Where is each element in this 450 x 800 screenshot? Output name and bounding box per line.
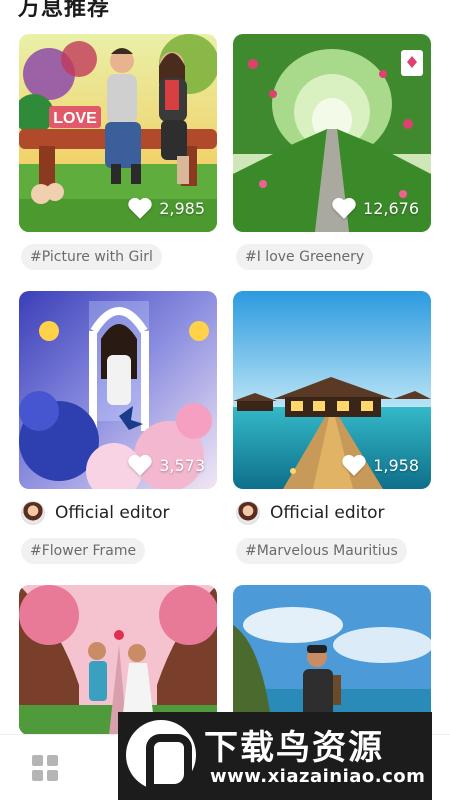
card-marvelous-mauritius[interactable]: 1,958 bbox=[233, 291, 431, 489]
watermark-banner: 下载鸟资源 www.xiazainiao.com bbox=[118, 712, 432, 800]
card-flower-frame[interactable]: 3,573 bbox=[19, 291, 217, 489]
author-row[interactable]: Official editor bbox=[236, 501, 384, 525]
card-image[interactable]: 3,573 bbox=[19, 291, 217, 489]
like-count[interactable]: 2,985 bbox=[127, 196, 205, 220]
heart-icon bbox=[128, 454, 152, 476]
like-count-value: 12,676 bbox=[363, 198, 419, 218]
card-i-love-greenery[interactable]: 12,676 bbox=[233, 34, 431, 232]
like-count-value: 3,573 bbox=[159, 455, 205, 475]
author-name: Official editor bbox=[55, 503, 170, 523]
like-count-value: 2,985 bbox=[159, 198, 205, 218]
card-image[interactable]: LOVE 2,985 bbox=[19, 34, 217, 232]
watermark-url: www.xiazainiao.com bbox=[210, 766, 426, 787]
section-title: 万息推荐 bbox=[18, 0, 111, 21]
bird-logo-icon bbox=[126, 720, 196, 792]
hashtag-chip[interactable]: #Marvelous Mauritius bbox=[236, 538, 407, 564]
love-sign-text: LOVE bbox=[53, 110, 97, 127]
hashtag-chip[interactable]: #I love Greenery bbox=[236, 244, 374, 270]
heart-icon bbox=[342, 454, 366, 476]
card-image[interactable]: 12,676 bbox=[233, 34, 431, 232]
card-picture-with-girl[interactable]: LOVE 2,985 bbox=[19, 34, 217, 232]
hashtag-chip[interactable]: #Flower Frame bbox=[21, 538, 146, 564]
grid-icon[interactable] bbox=[32, 755, 58, 781]
card-image[interactable]: 1,958 bbox=[233, 291, 431, 489]
like-count[interactable]: 3,573 bbox=[127, 453, 205, 477]
watermark-title: 下载鸟资源 bbox=[204, 728, 384, 768]
avatar[interactable] bbox=[21, 501, 45, 525]
author-name: Official editor bbox=[270, 503, 385, 523]
like-count[interactable]: 1,958 bbox=[341, 453, 419, 477]
heart-icon bbox=[128, 197, 152, 219]
hashtag-chip[interactable]: #Picture with Girl bbox=[21, 244, 162, 270]
like-count-value: 1,958 bbox=[373, 455, 419, 475]
author-row[interactable]: Official editor bbox=[21, 501, 169, 525]
like-count[interactable]: 12,676 bbox=[331, 196, 419, 220]
avatar[interactable] bbox=[236, 501, 260, 525]
heart-icon bbox=[332, 197, 356, 219]
